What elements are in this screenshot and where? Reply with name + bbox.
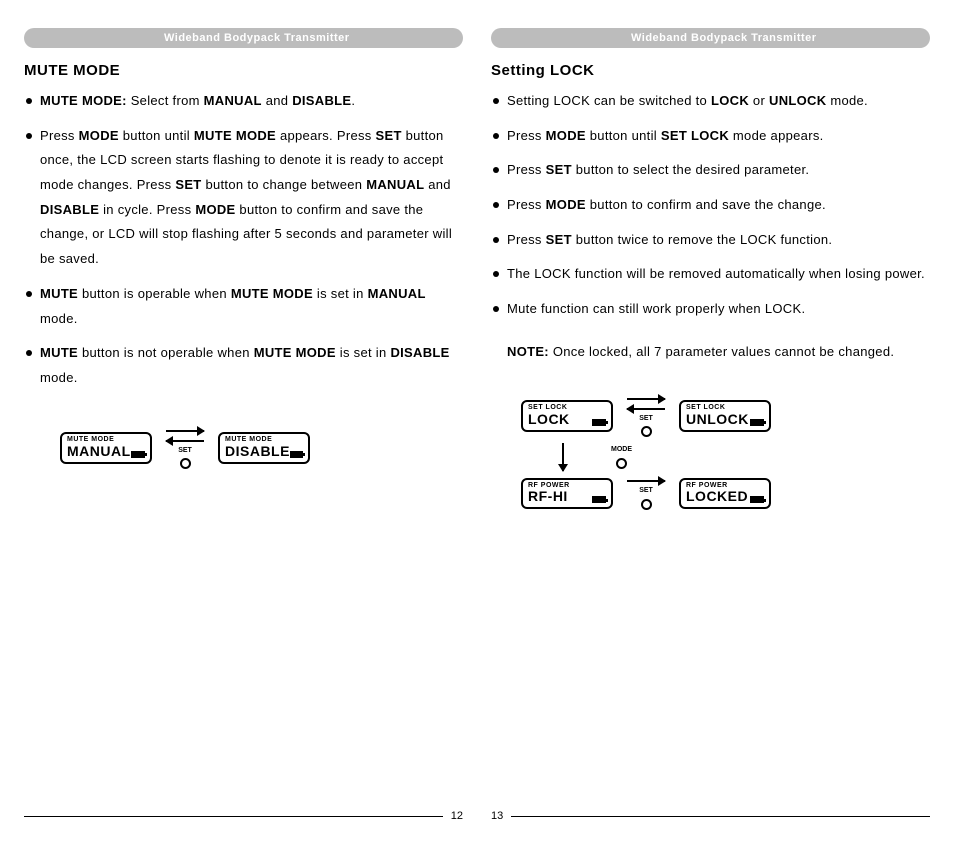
lcd-rf-hi: RF POWER RF-HI [521,478,613,510]
footer-rule [511,816,930,817]
battery-icon [592,496,606,503]
button-label-set: SET [639,415,653,423]
bullet-list-left: MUTE MODE: Select from MANUAL and DISABL… [24,89,463,391]
page-spread: Wideband Bodypack Transmitter MUTE MODE … [0,0,954,516]
header-title-left: Wideband Bodypack Transmitter [144,28,463,48]
button-circle-icon [180,458,191,469]
footer: 12 13 [24,810,930,822]
battery-icon [592,419,606,426]
button-circle-icon [616,458,627,469]
bullet-item: Press MODE button until MUTE MODE appear… [40,124,459,272]
bullet-item: Press SET button twice to remove the LOC… [507,228,926,253]
arrows-bidirectional: SET [166,427,204,470]
arrow-left-icon [627,405,665,413]
battery-icon [750,496,764,503]
bullet-list-right: Setting LOCK can be switched to LOCK or … [491,89,930,322]
page-number-left-wrap: 12 [24,810,463,822]
bullet-item: MUTE button is operable when MUTE MODE i… [40,282,459,331]
button-label-set: SET [639,487,653,495]
button-circle-icon [641,499,652,510]
arrow-left-icon [166,437,204,445]
left-page: Wideband Bodypack Transmitter MUTE MODE … [24,28,463,516]
diagram-mute-mode: MUTE MODE MANUAL SET MUTE MODE DISABLE [60,427,463,470]
page-number-right-wrap: 13 [491,810,930,822]
arrow-right-icon [627,477,665,485]
arrow-down-icon [559,443,567,471]
bullet-item: Press SET button to select the desired p… [507,158,926,183]
button-circle-icon [641,426,652,437]
note-block: NOTE: Once locked, all 7 parameter value… [507,340,930,365]
bullet-item: Press MODE button until SET LOCK mode ap… [507,124,926,149]
bullet-item: MUTE MODE: Select from MANUAL and DISABL… [40,89,459,114]
arrow-right-icon [166,427,204,435]
header-bar-left: Wideband Bodypack Transmitter [24,28,463,48]
lcd-big-label: UNLOCK [686,412,764,426]
lcd-big-label: DISABLE [225,444,303,458]
header-title-right: Wideband Bodypack Transmitter [611,28,930,48]
header-bar-right: Wideband Bodypack Transmitter [491,28,930,48]
section-title-setting-lock: Setting LOCK [491,62,930,79]
footer-rule [24,816,443,817]
header-accent [491,28,611,48]
arrow-down-with-label [559,443,567,471]
battery-icon [290,451,303,458]
battery-icon [750,419,764,426]
section-title-mute-mode: MUTE MODE [24,62,463,79]
lcd-lock: SET LOCK LOCK [521,400,613,432]
bullet-item: MUTE button is not operable when MUTE MO… [40,341,459,390]
bullet-item: Mute function can still work properly wh… [507,297,926,322]
bullet-item: The LOCK function will be removed automa… [507,262,926,287]
arrows-bidirectional: SET [627,395,665,438]
button-label-set: SET [178,447,192,455]
page-number-left: 12 [451,810,463,822]
bullet-item: Setting LOCK can be switched to LOCK or … [507,89,926,114]
button-label-mode: MODE [611,446,632,454]
note-text: Once locked, all 7 parameter values cann… [549,344,894,359]
page-number-right: 13 [491,810,503,822]
arrow-right-icon [627,395,665,403]
lcd-big-label: LOCKED [686,489,764,503]
lcd-manual: MUTE MODE MANUAL [60,432,152,464]
lcd-unlock: SET LOCK UNLOCK [679,400,771,432]
diagram-setting-lock: SET LOCK LOCK SET SET LOCK UNLOCK [521,395,901,510]
lcd-locked: RF POWER LOCKED [679,478,771,510]
header-accent [24,28,144,48]
note-label: NOTE: [507,344,549,359]
lcd-big-label: LOCK [528,412,606,426]
lcd-big-label: RF-HI [528,489,606,503]
right-page: Wideband Bodypack Transmitter Setting LO… [491,28,930,516]
lcd-disable: MUTE MODE DISABLE [218,432,310,464]
battery-icon [131,451,145,458]
arrow-right-single: SET [627,477,665,510]
lcd-big-label: MANUAL [67,444,145,458]
bullet-item: Press MODE button to confirm and save th… [507,193,926,218]
